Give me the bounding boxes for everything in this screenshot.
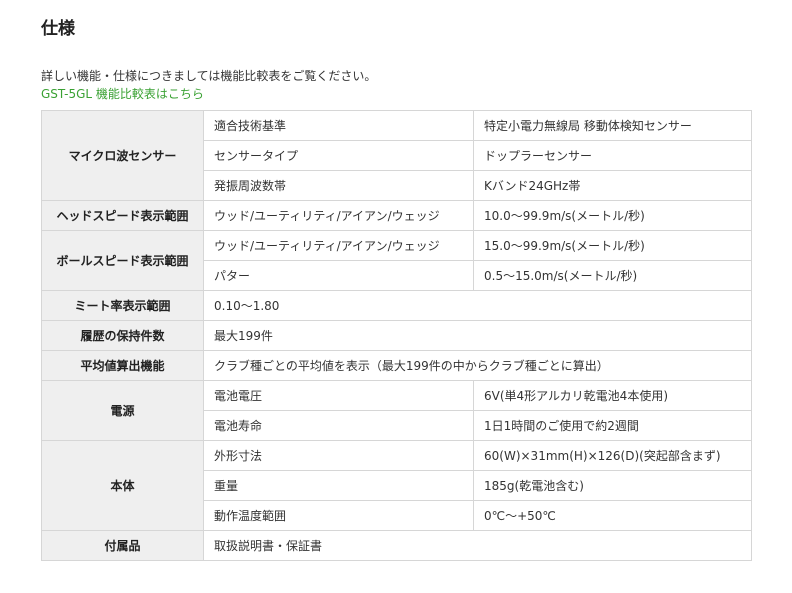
spec-item: 発振周波数帯 (203, 170, 474, 201)
table-row: ミート率表示範囲 0.10〜1.80 (41, 290, 752, 321)
table-row: 本体 外形寸法 60(W)×31mm(H)×126(D)(突起部含まず) (41, 440, 752, 531)
row-header-ball-speed: ボールスピード表示範囲 (41, 230, 204, 291)
spec-value: 15.0〜99.9m/s(メートル/秒) (473, 230, 752, 261)
table-row: ヘッドスピード表示範囲 ウッド/ユーティリティ/アイアン/ウェッジ 10.0〜9… (41, 200, 752, 231)
row-header-history: 履歴の保持件数 (41, 320, 204, 351)
table-row: ボールスピード表示範囲 ウッド/ユーティリティ/アイアン/ウェッジ 15.0〜9… (41, 230, 752, 291)
spec-value: 185g(乾電池含む) (473, 470, 752, 501)
spec-value: クラブ種ごとの平均値を表示（最大199件の中からクラブ種ごとに算出） (203, 350, 752, 381)
table-row: 履歴の保持件数 最大199件 (41, 320, 752, 351)
spec-item: パター (203, 260, 474, 291)
spec-item: 電池電圧 (203, 380, 474, 411)
comparison-table-link[interactable]: GST-5GL 機能比較表はこちら (41, 85, 204, 103)
spec-value: 6V(単4形アルカリ乾電池4本使用) (473, 380, 752, 411)
table-row: 付属品 取扱説明書・保証書 (41, 530, 752, 561)
spec-description: 詳しい機能・仕様につきましては機能比較表をご覧ください。 (41, 69, 377, 83)
spec-value: 1日1時間のご使用で約2週間 (473, 410, 752, 441)
spec-value: Kバンド24GHz帯 (473, 170, 752, 201)
spec-item: 外形寸法 (203, 440, 474, 471)
row-header-average: 平均値算出機能 (41, 350, 204, 381)
spec-item: 適合技術基準 (203, 110, 474, 141)
spec-item: 重量 (203, 470, 474, 501)
table-row: 平均値算出機能 クラブ種ごとの平均値を表示（最大199件の中からクラブ種ごとに算… (41, 350, 752, 381)
spec-value: 取扱説明書・保証書 (203, 530, 752, 561)
spec-item: センサータイプ (203, 140, 474, 171)
spec-item: ウッド/ユーティリティ/アイアン/ウェッジ (203, 230, 474, 261)
row-header-power: 電源 (41, 380, 204, 441)
spec-item: ウッド/ユーティリティ/アイアン/ウェッジ (203, 200, 474, 231)
page-title: 仕様 (41, 19, 75, 39)
spec-value: 特定小電力無線局 移動体検知センサー (473, 110, 752, 141)
spec-value: 60(W)×31mm(H)×126(D)(突起部含まず) (473, 440, 752, 471)
spec-value: 最大199件 (203, 320, 752, 351)
row-header-body: 本体 (41, 440, 204, 531)
spec-table: マイクロ波センサー 適合技術基準 特定小電力無線局 移動体検知センサー センサー… (41, 110, 752, 561)
table-row: マイクロ波センサー 適合技術基準 特定小電力無線局 移動体検知センサー (41, 110, 752, 201)
row-header-head-speed: ヘッドスピード表示範囲 (41, 200, 204, 231)
spec-value: 0.10〜1.80 (203, 290, 752, 321)
spec-item: 電池寿命 (203, 410, 474, 441)
table-row: 電源 電池電圧 6V(単4形アルカリ乾電池4本使用) (41, 380, 752, 441)
row-header-microwave-sensor: マイクロ波センサー (41, 110, 204, 201)
spec-value: 10.0〜99.9m/s(メートル/秒) (473, 200, 752, 231)
row-header-meet-rate: ミート率表示範囲 (41, 290, 204, 321)
spec-value: 0.5〜15.0m/s(メートル/秒) (473, 260, 752, 291)
spec-value: ドップラーセンサー (473, 140, 752, 171)
spec-value: 0℃〜+50℃ (473, 500, 752, 531)
row-header-accessories: 付属品 (41, 530, 204, 561)
spec-item: 動作温度範囲 (203, 500, 474, 531)
